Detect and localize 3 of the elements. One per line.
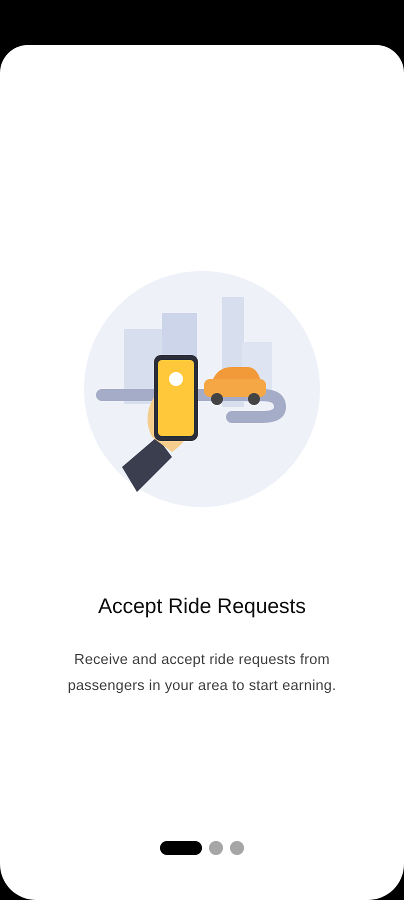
screen-description: Receive and accept ride requests from passengers in your area to start earning.	[66, 651, 338, 696]
page-indicator[interactable]	[160, 841, 202, 855]
screen-title: Accept Ride Requests	[98, 595, 306, 619]
